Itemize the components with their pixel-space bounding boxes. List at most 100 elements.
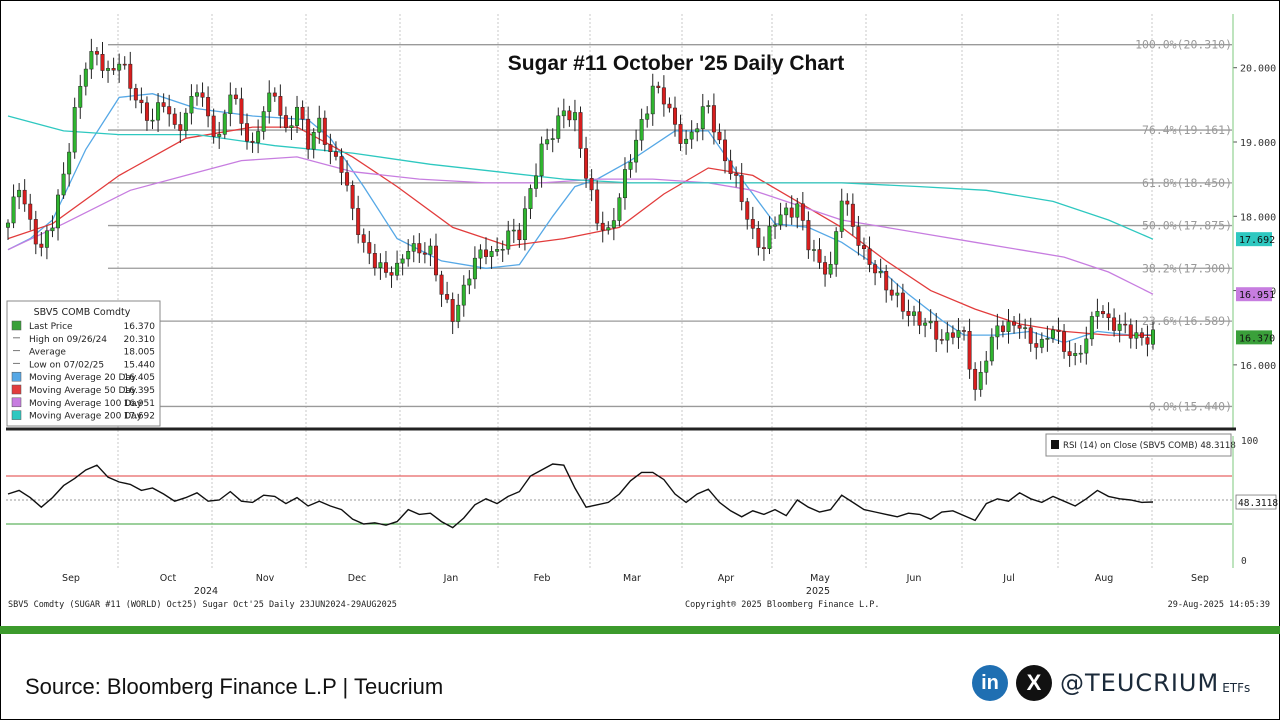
legend-row-label: Last Price [29,322,73,332]
candle-body [639,119,644,141]
candle-body [956,330,961,338]
x-month-label: Dec [348,573,366,584]
rsi-legend-label: RSI (14) on Close (SBV5 COMB) 48.3118 [1063,441,1236,451]
candle-body [984,360,989,373]
handle-suffix: ETFs [1222,681,1251,695]
candle-body [967,331,972,370]
candle-body [900,292,905,312]
candle-body [250,140,255,143]
linkedin-icon[interactable]: in [972,665,1008,701]
candle-body [189,96,194,114]
candle-body [778,214,783,226]
candle-body [183,112,188,131]
timestamp: 29-Aug-2025 14:05:39 [1168,600,1270,610]
candle-body [784,207,789,216]
candle-body [1151,329,1155,345]
candle-body [800,203,805,221]
y-tick-label: 19.000 [1240,138,1276,149]
rsi-legend-swatch [1051,440,1059,449]
y-tick-label: 18.000 [1240,212,1276,223]
candle-body [1073,353,1078,356]
candle-body [56,194,60,229]
candle-body [400,258,405,264]
footer-band [0,626,1280,634]
candle-body [217,134,222,137]
candle-body [522,208,527,241]
candle-body [756,228,761,248]
candle-body [667,103,672,109]
legend-row-value: 18.005 [124,348,156,358]
candle-body [1128,324,1133,339]
candle-body [239,98,244,124]
candle-body [889,289,894,296]
teucrium-handle[interactable]: @TEUCRIUM [1060,669,1219,697]
candle-body [1145,337,1150,345]
y-tick-label: 16.000 [1240,361,1276,372]
candle-body [322,117,327,145]
legend-row-value: 16.370 [124,322,156,332]
candle-body [1084,338,1089,354]
candle-body [600,222,605,231]
legend-row-value: 16.951 [124,399,156,409]
candle-body [511,229,516,232]
candle-body [406,251,411,260]
candle-body [1028,327,1033,344]
candle-body [484,249,488,257]
candle-body [211,115,216,137]
candle-body [823,262,828,275]
legend-swatch [11,397,22,408]
legend-row-label: Low on 07/02/25 [29,360,104,370]
candle-body [450,299,455,322]
candle-body [472,257,477,280]
candle-body [395,262,400,276]
candle-body [1139,332,1144,338]
candle-body [767,226,772,249]
x-icon[interactable]: X [1016,665,1052,701]
legend-swatch [11,320,22,331]
candle-body [111,68,116,71]
legend-row-value: 17.692 [124,412,156,422]
candle-body [711,105,716,133]
candle-body [28,203,33,220]
candle-body [850,203,855,227]
candle-body [884,271,889,291]
candle-body [17,189,22,198]
candle-body [1106,313,1111,319]
candle-body [817,249,822,263]
candle-body [156,102,161,121]
axis-tag-label: 16.951 [1239,290,1275,301]
rsi-value-label: 48.3118 [1238,498,1278,509]
candle-body [923,322,928,326]
x-month-label: Sep [62,573,80,584]
candle-body [67,151,72,175]
x-month-label: Aug [1095,573,1114,584]
candle-body [517,229,522,241]
candle [222,109,227,139]
candle-body [272,92,277,97]
candle-body [567,110,572,121]
candle-body [1078,352,1083,355]
candle-body [172,113,177,125]
candle-body [561,110,566,117]
candle-body [317,117,322,133]
source-note: Source: Bloomberg Finance L.P | Teucrium [25,674,444,699]
candle-body [728,160,733,174]
candle-body [1039,338,1044,348]
candle-body [622,169,627,199]
candle-body [656,85,661,88]
candle-body [489,251,494,257]
candle-body [61,173,66,196]
x-month-label: Jul [1002,573,1014,584]
candle-body [606,227,611,231]
candle-body [350,185,355,209]
candle-body [1050,329,1055,339]
axis-tag-label: 17.692 [1239,235,1275,246]
candle-body [989,336,994,362]
candle-body [328,144,333,152]
candle-body [1101,311,1105,315]
candle-body [661,87,666,105]
candle-body [411,243,416,252]
candle-body [300,106,305,120]
x-month-label: Oct [160,573,177,584]
legend-row-value: 16.405 [124,373,156,383]
